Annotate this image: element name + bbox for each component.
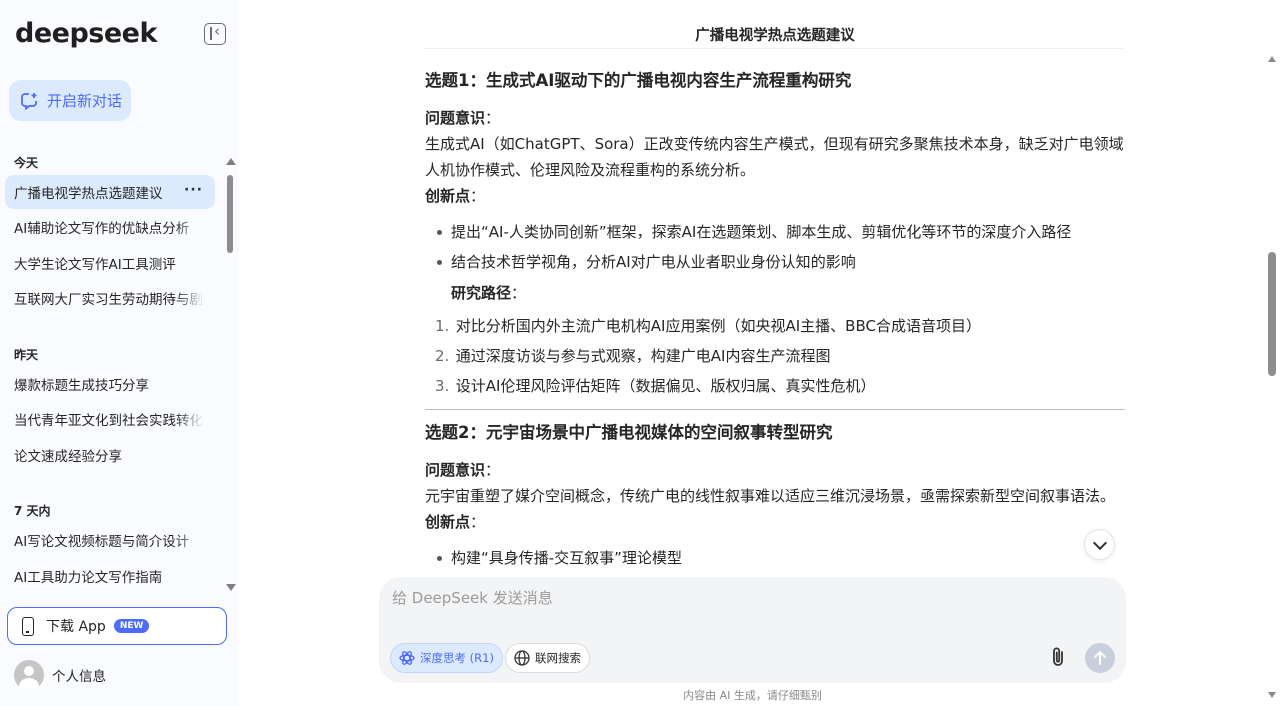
- chat-history-label: AI工具助力论文写作指南: [14, 570, 163, 586]
- list-item: 提出“AI-人类协同创新”框架，探索AI在选题策划、脚本生成、剪辑优化等环节的深…: [435, 217, 1125, 247]
- path-list: 1. 对比分析国内外主流广电机构AI应用案例（如央视AI主播、BBC合成语音项目…: [435, 311, 1125, 401]
- deepseek-logo[interactable]: deepseek: [15, 18, 157, 49]
- new-chat-label: 开启新对话: [47, 92, 123, 110]
- main-scroll-down-arrow[interactable]: [1268, 692, 1276, 698]
- list-item: 2. 通过深度访谈与参与式观察，构建广电AI内容生产流程图: [435, 347, 831, 365]
- innovation-label: 创新点: [425, 187, 471, 205]
- chat-history-item[interactable]: AI辅助论文写作的优缺点分析: [5, 210, 215, 244]
- new-chat-button[interactable]: 开启新对话: [9, 80, 131, 121]
- chat-history-item[interactable]: 互联网大厂实习生劳动期待与剧本: [5, 281, 215, 315]
- main-scrollbar-thumb[interactable]: [1268, 252, 1276, 376]
- problem-label: 问题意识: [425, 461, 486, 479]
- message-composer: 深度思考 (R1) 联网搜索: [379, 577, 1126, 683]
- chat-history-item[interactable]: 大学生论文写作AI工具测评: [5, 246, 215, 280]
- chat-history-label: 爆款标题生成技巧分享: [14, 378, 149, 394]
- problem-text: 元宇宙重塑了媒介空间概念，传统广电的线性叙事难以适应三维沉浸场景，亟需探索新型空…: [425, 487, 1116, 505]
- main-panel: 广播电视学热点选题建议 选题1：生成式AI驱动下的广播电视内容生产流程重构研究 …: [238, 0, 1280, 706]
- ai-disclaimer: 内容由 AI 生成，请仔细甄别: [683, 689, 822, 702]
- chat-history-label: 论文速成经验分享: [14, 449, 122, 465]
- problem-label: 问题意识: [425, 109, 486, 127]
- colon: ：: [470, 513, 486, 531]
- chat-history-label: AI写论文视频标题与简介设计: [14, 534, 190, 550]
- download-app-button[interactable]: 下载 App NEW: [7, 607, 227, 645]
- colon: ：: [470, 187, 486, 205]
- profile-button[interactable]: 个人信息: [14, 660, 106, 690]
- message-input[interactable]: [392, 589, 1092, 607]
- colon: ：: [485, 461, 501, 479]
- colon: ：: [485, 109, 501, 127]
- chat-history-label: 当代青年亚文化到社会实践转化研究: [14, 413, 204, 429]
- innovation-list: 构建“具身传播-交互叙事”理论模型: [435, 543, 1125, 573]
- path-label: 研究路径: [451, 284, 512, 302]
- collapse-sidebar-icon[interactable]: [204, 22, 226, 45]
- sidebar-scrollbar-thumb[interactable]: [227, 175, 233, 253]
- sidebar-scroll-up-arrow[interactable]: [226, 158, 236, 165]
- innovation-list: 提出“AI-人类协同创新”框架，探索AI在选题策划、脚本生成、剪辑优化等环节的深…: [435, 217, 1125, 277]
- sidebar: deepseek 开启新对话 今天 广播电视学热点选题建议 ··· AI辅助论文…: [0, 0, 238, 706]
- chat-history-item[interactable]: 爆款标题生成技巧分享: [5, 367, 215, 401]
- section-divider: [425, 409, 1125, 410]
- list-item: 3. 设计AI伦理风险评估矩阵（数据偏见、版权归属、真实性危机）: [435, 377, 876, 395]
- web-search-toggle[interactable]: 联网搜索: [505, 643, 590, 673]
- main-scroll-up-arrow[interactable]: [1268, 56, 1276, 62]
- chat-history-item[interactable]: AI工具助力论文写作指南: [5, 559, 215, 593]
- arrow-up-icon: [1094, 650, 1106, 665]
- innovation-label: 创新点: [425, 513, 471, 531]
- list-item: 构建“具身传播-交互叙事”理论模型: [435, 543, 1125, 573]
- chat-history-item[interactable]: 论文速成经验分享: [5, 438, 215, 472]
- avatar: [14, 660, 44, 690]
- chat-history-label: 互联网大厂实习生劳动期待与剧本: [14, 292, 204, 308]
- assistant-message: 选题1：生成式AI驱动下的广播电视内容生产流程重构研究 问题意识： 生成式AI（…: [425, 60, 1125, 577]
- problem-text: 生成式AI（如ChatGPT、Sora）正改变传统内容生产模式，但现有研究多聚焦…: [425, 135, 1124, 179]
- paperclip-icon[interactable]: [1048, 645, 1068, 669]
- topic2-heading: 选题2：元宇宙场景中广播电视媒体的空间叙事转型研究: [425, 423, 833, 442]
- deep-think-toggle[interactable]: 深度思考 (R1): [390, 643, 503, 673]
- chat-history-label: 大学生论文写作AI工具测评: [14, 257, 176, 273]
- atom-icon: [399, 651, 415, 665]
- title-divider: [425, 48, 1125, 49]
- sidebar-scroll-down-arrow[interactable]: [226, 584, 236, 591]
- new-chat-icon: [21, 92, 37, 110]
- scroll-to-bottom-button[interactable]: [1084, 529, 1115, 560]
- deep-think-label: 深度思考 (R1): [420, 651, 494, 665]
- section-label-yesterday: 昨天: [14, 348, 39, 362]
- colon: ：: [511, 284, 527, 302]
- list-item: 结合技术哲学视角，分析AI对广电从业者职业身份认知的影响: [435, 247, 1125, 277]
- chat-history-item[interactable]: 当代青年亚文化到社会实践转化研究: [5, 402, 215, 436]
- globe-icon: [514, 650, 530, 666]
- profile-label: 个人信息: [52, 669, 106, 685]
- topic1-heading: 选题1：生成式AI驱动下的广播电视内容生产流程重构研究: [425, 71, 852, 90]
- section-label-today: 今天: [14, 156, 39, 170]
- chat-history-item[interactable]: 广播电视学热点选题建议 ···: [5, 175, 215, 209]
- chat-title: 广播电视学热点选题建议: [695, 28, 855, 44]
- phone-icon: [22, 616, 34, 636]
- more-options-icon[interactable]: ···: [184, 182, 203, 198]
- send-button[interactable]: [1085, 643, 1115, 673]
- download-app-label: 下载 App: [46, 619, 106, 635]
- chat-history-label: 广播电视学热点选题建议: [14, 186, 163, 202]
- list-item: 1. 对比分析国内外主流广电机构AI应用案例（如央视AI主播、BBC合成语音项目…: [435, 317, 981, 335]
- web-search-label: 联网搜索: [535, 651, 581, 665]
- section-label-7days: 7 天内: [14, 504, 51, 518]
- chat-history-item[interactable]: AI写论文视频标题与简介设计: [5, 523, 215, 557]
- new-badge: NEW: [113, 619, 150, 633]
- chat-history-label: AI辅助论文写作的优缺点分析: [14, 221, 190, 237]
